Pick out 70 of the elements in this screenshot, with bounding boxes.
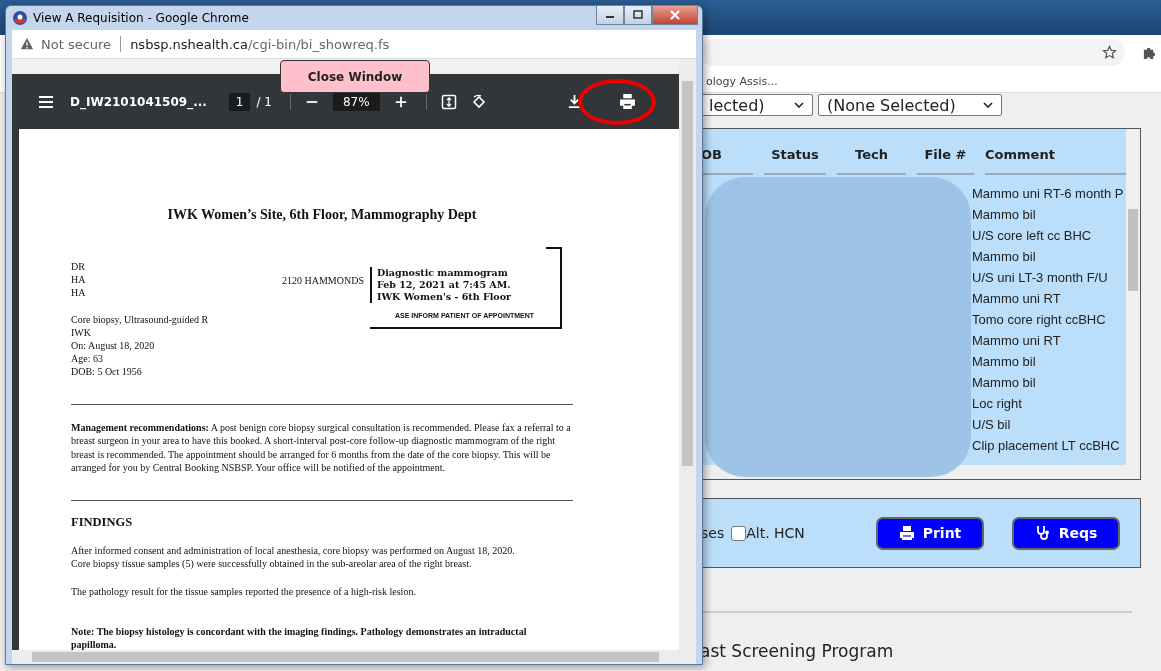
recipient-line: DR <box>71 260 86 273</box>
column-header: Tech <box>837 147 906 175</box>
table-cell: Mammo uni RT <box>972 291 1061 306</box>
star-icon[interactable] <box>1102 45 1117 60</box>
bookmark-link[interactable]: ology Assis... <box>706 74 778 88</box>
url-text[interactable]: nsbsp.nshealth.ca/cgi-bin/bi_showreq.fs <box>130 36 390 52</box>
table-cell: Mammo uni RT-6 month P <box>972 186 1124 201</box>
page-count: / 1 <box>256 94 272 109</box>
table-cell: Mammo uni RT <box>972 333 1061 348</box>
section-heading: FINDINGS <box>71 515 134 531</box>
procedure-line: IWK <box>71 326 92 339</box>
close-window-button[interactable]: Close Window <box>280 60 430 93</box>
procedure-line: Age: 63 <box>71 352 104 365</box>
dropdown[interactable]: lected) <box>700 94 813 116</box>
appointment-line: Feb 12, 2021 at 7:45 AM. <box>377 279 512 291</box>
dropdown[interactable]: (None Selected) <box>818 94 1002 116</box>
recipient-line: HA <box>71 273 87 286</box>
maximize-icon <box>632 10 644 20</box>
horizontal-scrollbar[interactable] <box>12 650 679 664</box>
table-cell: Mammo bil <box>972 207 1036 222</box>
vertical-scrollbar[interactable] <box>679 59 696 664</box>
stethoscope-icon <box>1034 525 1051 541</box>
column-header: Status <box>764 147 826 175</box>
table-cell: U/S bil <box>972 417 1011 432</box>
reqs-button[interactable]: Reqs <box>1012 516 1120 550</box>
print-icon[interactable] <box>619 93 636 110</box>
maximize-button[interactable] <box>624 5 652 25</box>
fit-page-icon[interactable] <box>440 93 457 110</box>
note-paragraph: Note: The biopsy histology is concordant with the imaging findings. Pathology demonstrates an intraductal papilloma. <box>71 625 528 650</box>
window-title: View A Requisition - Google Chrome <box>33 11 249 25</box>
appointment-line: IWK Women's - 6th Floor <box>377 291 512 303</box>
rotate-icon[interactable] <box>470 93 487 110</box>
findings-paragraph: After informed consent and administration of local anesthesia, core biopsy was performed on August 18, 2020. Core biopsy tissue samples (5) were successfully obtained in the sub-areolar area of the right breast. <box>71 544 516 571</box>
appointment-line: Diagnostic mammogram <box>377 267 509 279</box>
table-cell: Mammo bil <box>972 249 1036 264</box>
recipient-line: HA <box>71 286 87 299</box>
close-button[interactable] <box>652 5 698 25</box>
checkbox[interactable] <box>731 525 747 541</box>
puzzle-icon[interactable] <box>1142 45 1157 60</box>
procedure-line: Core biopsy, Ultrasound-guided R <box>71 313 210 326</box>
procedure-line: On: August 18, 2020 <box>71 339 156 352</box>
document-heading: IWK Women’s Site, 6th Floor, Mammography Dept <box>166 207 478 223</box>
print-button[interactable]: Print <box>876 516 984 550</box>
table-cell: U/S uni LT-3 month F/U <box>972 270 1108 285</box>
caret-icon <box>983 102 993 108</box>
findings-paragraph: The pathology result for the tissue samples reported the presence of a high-risk lesion. <box>71 584 417 599</box>
close-icon <box>669 10 681 20</box>
management-paragraph: Management recommendations: A post benign core biopsy surgical consultation is recommended. Please fax a referral to a breast surgeon in your area to have this booked. A short-interval post-core follow-up diagnostic mammogram of the right breast is recommended. The appointment should be arranged for 6 months from the date of the core biopsy. This will be arranged for you by Central Booking NSBSP. Your office will be notified of the appointment. <box>71 421 572 475</box>
menu-icon[interactable] <box>38 93 54 110</box>
address-text: 2120 HAMMONDS <box>282 275 365 286</box>
procedure-line: DOB: 5 Oct 1956 <box>71 365 143 378</box>
file-name: D_IW2101041509_... <box>70 94 207 109</box>
page-number-field[interactable]: 1 <box>228 92 251 111</box>
caret-icon <box>794 102 804 108</box>
security-label[interactable]: Not secure <box>41 36 112 52</box>
table-cell: U/S core left cc BHC <box>972 228 1092 243</box>
app-icon <box>12 10 28 26</box>
table-cell: Tomo core right ccBHC <box>972 312 1106 327</box>
checkbox-label: Alt. HCN <box>746 525 805 541</box>
column-header: File # <box>917 147 974 175</box>
table-cell: Clip placement LT ccBHC <box>972 438 1120 453</box>
table-cell: Loc right <box>972 396 1022 411</box>
table-cell: Mammo bil <box>972 354 1036 369</box>
printer-icon <box>898 525 915 541</box>
warning-icon <box>20 37 34 51</box>
download-icon[interactable] <box>567 94 582 109</box>
minimize-button[interactable] <box>596 5 624 25</box>
vertical-scrollbar[interactable] <box>1126 129 1140 479</box>
zoom-in-icon[interactable] <box>393 94 408 109</box>
table-cell: Mammo bil <box>972 375 1036 390</box>
